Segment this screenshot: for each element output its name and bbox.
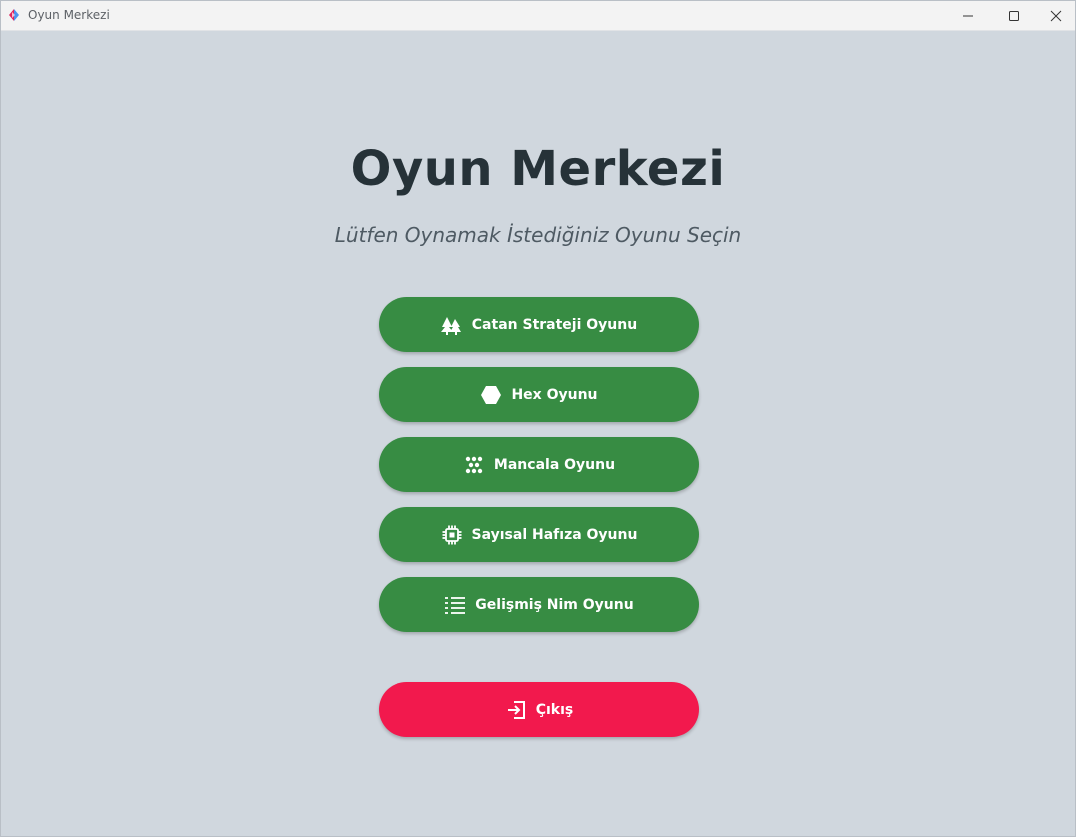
memory-game-label: Sayısal Hafıza Oyunu — [471, 526, 638, 543]
exit-button[interactable]: Çıkış — [379, 682, 699, 737]
minimize-icon — [963, 15, 973, 16]
memory-game-button[interactable]: Sayısal Hafıza Oyunu — [379, 507, 699, 562]
catan-game-button[interactable]: Catan Strateji Oyunu — [379, 297, 699, 352]
hex-game-button[interactable]: Hex Oyunu — [379, 367, 699, 422]
chip-icon — [441, 524, 463, 546]
page-subtitle: Lütfen Oynamak İstediğiniz Oyunu Seçin — [334, 223, 742, 247]
exit-label: Çıkış — [535, 701, 574, 718]
catan-game-label: Catan Strateji Oyunu — [471, 316, 638, 333]
hexagon-icon — [480, 384, 502, 406]
close-icon — [1050, 10, 1062, 21]
minimize-button[interactable] — [945, 1, 991, 30]
maximize-button[interactable] — [991, 1, 1037, 30]
exit-icon — [505, 699, 527, 721]
list-icon — [444, 594, 466, 616]
close-button[interactable] — [1037, 1, 1075, 30]
hex-game-label: Hex Oyunu — [511, 386, 598, 403]
title-bar[interactable]: Oyun Merkezi — [1, 1, 1075, 31]
app-window: Oyun Merkezi Oyun Merkezi Lütfen Oynamak… — [0, 0, 1076, 837]
mancala-game-button[interactable]: Mancala Oyunu — [379, 437, 699, 492]
maximize-icon — [1009, 10, 1019, 21]
nim-game-label: Gelişmiş Nim Oyunu — [475, 596, 634, 613]
window-title: Oyun Merkezi — [28, 8, 110, 22]
mancala-game-label: Mancala Oyunu — [493, 456, 616, 473]
trees-icon — [440, 314, 463, 336]
page-title: Oyun Merkezi — [350, 141, 726, 197]
nim-game-button[interactable]: Gelişmiş Nim Oyunu — [379, 577, 699, 632]
dots-icon — [463, 454, 485, 476]
app-logo-icon — [7, 8, 21, 22]
